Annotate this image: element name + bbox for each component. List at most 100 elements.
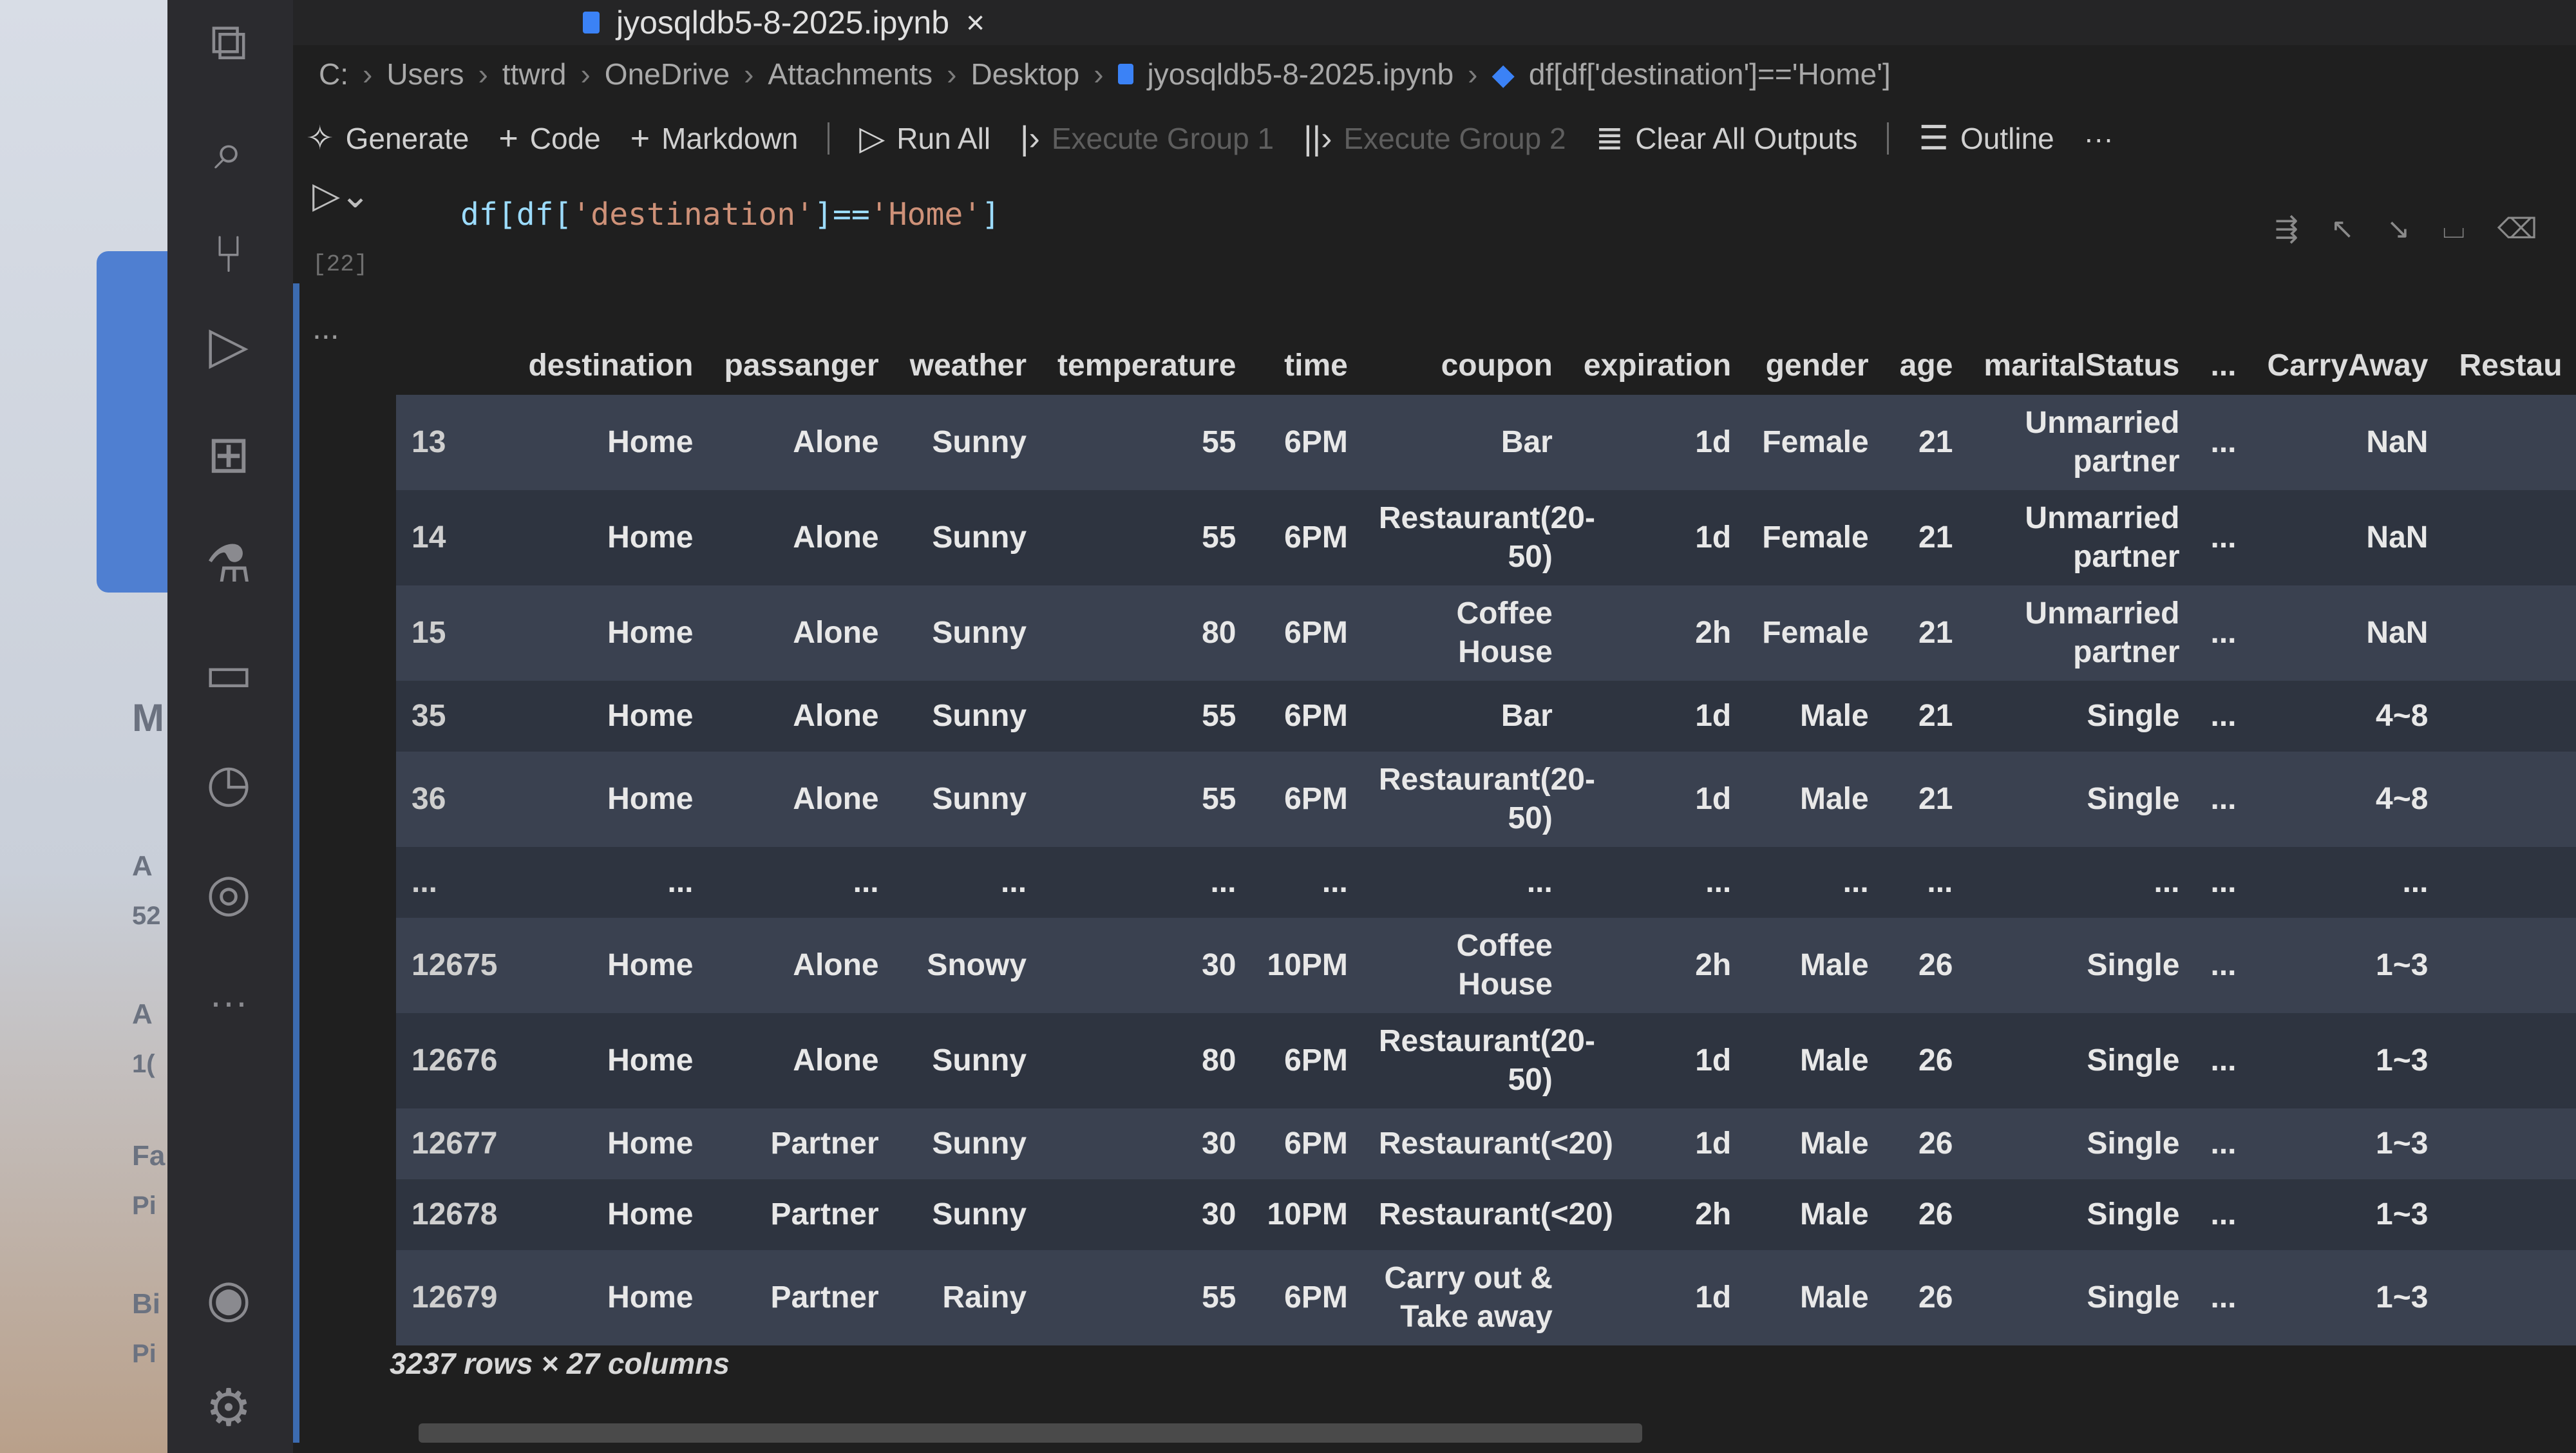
table-cell: 10PM: [1267, 948, 1348, 982]
folder-icon[interactable]: ▭: [193, 638, 264, 708]
settings-gear-icon[interactable]: ⚙: [193, 1372, 264, 1443]
cell-text: Single: [2087, 1280, 2180, 1315]
clear-outputs-icon: ≣: [1595, 120, 1624, 157]
run-debug-icon[interactable]: ▷: [193, 309, 264, 380]
breadcrumb-item[interactable]: C:: [319, 57, 348, 91]
code-string: 'Home': [869, 196, 982, 233]
close-icon[interactable]: ×: [966, 4, 985, 41]
search-icon[interactable]: ⌕: [193, 116, 264, 187]
code-token: ]: [981, 196, 1001, 233]
more-icon[interactable]: ···: [193, 966, 264, 1037]
notebook-file-icon: [583, 12, 600, 33]
run-all-label: Run All: [896, 122, 991, 155]
column-header: expiration: [1583, 348, 1732, 383]
clear-all-outputs-button[interactable]: ≣ Clear All Outputs: [1596, 119, 1858, 158]
run-by-line-icon[interactable]: ⇶: [2275, 213, 2298, 245]
table-cell: ...: [2210, 1043, 2237, 1078]
breadcrumb-item[interactable]: jyosqldb5-8-2025.ipynb: [1148, 57, 1454, 91]
table-cell: Partner: [770, 1280, 879, 1315]
table-cell: 21: [1918, 520, 1953, 555]
table-cell: Home: [607, 948, 694, 982]
more-actions-button[interactable]: ···: [2084, 121, 2114, 156]
row-index: 12679: [412, 1280, 498, 1315]
table-cell: ...: [2210, 948, 2237, 982]
table-cell: ...: [1210, 865, 1236, 899]
run-all-button[interactable]: ▷ Run All: [859, 119, 990, 158]
cell-text: Bar: [1501, 699, 1553, 733]
list-icon: ☰: [1918, 120, 1949, 157]
delete-cell-icon[interactable]: ⌫: [2497, 213, 2537, 245]
table-cell: Coffee House: [1363, 585, 1568, 681]
output-menu[interactable]: ...: [312, 309, 339, 347]
row-index: 36: [412, 782, 446, 816]
breadcrumb-item[interactable]: ttwrd: [502, 57, 567, 91]
generate-button[interactable]: ✧ Generate: [306, 119, 469, 158]
account-icon[interactable]: ◉: [193, 1262, 264, 1333]
remote-explorer-icon[interactable]: ◎: [193, 857, 264, 927]
breadcrumb-item[interactable]: OneDrive: [605, 57, 730, 91]
table-cell: ...: [2210, 425, 2237, 459]
horizontal-scrollbar[interactable]: [419, 1423, 1642, 1443]
table-cell: Home: [607, 1126, 694, 1161]
execute-group-1-button[interactable]: |› Execute Group 1: [1020, 119, 1274, 158]
table-cell: 55: [1202, 782, 1236, 816]
split-cell-icon[interactable]: ⌴: [2443, 213, 2465, 245]
table-cell: ...: [2210, 1280, 2237, 1315]
code-cell[interactable]: ▷⌄ [22] df[df['destination']=='Home'] ⇶ …: [293, 174, 2576, 328]
breadcrumb-item[interactable]: Desktop: [971, 57, 1079, 91]
move-up-icon[interactable]: ↖: [2331, 213, 2354, 245]
table-cell: Restaurant(20-50): [1363, 1013, 1595, 1108]
column-header: destination: [528, 348, 694, 383]
outline-button[interactable]: ☰ Outline: [1918, 119, 2054, 158]
execute-group-2-button[interactable]: ||› Execute Group 2: [1303, 119, 1566, 158]
column-header: coupon: [1441, 348, 1553, 383]
tab-notebook[interactable]: jyosqldb5-8-2025.ipynb ×: [583, 0, 985, 45]
breadcrumb-item[interactable]: df[df['destination']=='Home']: [1529, 57, 1891, 91]
table-cell: 6PM: [1284, 520, 1348, 555]
cell-text: Restaurant(<20): [1378, 1126, 1613, 1161]
row-index: 12677: [412, 1126, 498, 1161]
extensions-icon[interactable]: ⊞: [193, 419, 264, 489]
row-index: 15: [412, 616, 446, 650]
table-cell: Partner: [770, 1197, 879, 1231]
table-cell: 6PM: [1284, 425, 1348, 459]
table-cell: NaN: [2366, 616, 2429, 650]
table-cell: [2443, 490, 2576, 585]
table-cell: Coffee House: [1363, 918, 1568, 1013]
add-markdown-cell-button[interactable]: + Markdown: [630, 119, 799, 158]
table-cell: 21: [1918, 782, 1953, 816]
table-cell: ...: [2210, 699, 2237, 733]
table-cell: Restaurant(20-50): [1363, 490, 1595, 585]
table-cell: Unmarried partner: [1968, 395, 2195, 490]
code-editor[interactable]: df[df['destination']=='Home']: [460, 196, 1000, 233]
table-cell: ...: [2210, 1126, 2237, 1161]
background-text: 1(: [132, 1050, 155, 1078]
clear-all-outputs-label: Clear All Outputs: [1635, 122, 1858, 155]
cell-text: Restaurant(<20): [1378, 1197, 1613, 1231]
testing-icon[interactable]: ⚗: [193, 528, 264, 599]
run-cell-icon[interactable]: ▷⌄: [312, 174, 370, 216]
table-cell: Single: [1968, 918, 2195, 1013]
add-code-cell-button[interactable]: + Code: [498, 119, 600, 158]
table-cell: Home: [607, 782, 694, 816]
table-cell: 21: [1918, 425, 1953, 459]
table-cell: ...: [1927, 865, 1953, 899]
notebook-editor: jyosqldb5-8-2025.ipynb × C: › Users › ttwr…: [293, 0, 2576, 1453]
background-text: A: [132, 850, 153, 882]
table-cell: 30: [1202, 1197, 1236, 1231]
breadcrumb-item[interactable]: Attachments: [768, 57, 933, 91]
table-cell: 1d: [1695, 699, 1732, 733]
table-cell: 55: [1202, 1280, 1236, 1315]
table-cell: [2443, 752, 2576, 847]
history-icon[interactable]: ◷: [193, 747, 264, 818]
table-cell: Single: [1968, 752, 2195, 847]
background-text: A: [132, 998, 153, 1030]
table-cell: ...: [1363, 847, 1568, 918]
table-cell: Unmarried partner: [1968, 490, 2195, 585]
table-cell: ...: [853, 865, 879, 899]
breadcrumb-item[interactable]: Users: [386, 57, 464, 91]
move-down-icon[interactable]: ↘: [2387, 213, 2410, 245]
source-control-icon[interactable]: ⑂: [193, 219, 264, 290]
copy-icon[interactable]: ⧉: [193, 6, 264, 77]
table-cell: Bar: [1363, 395, 1568, 490]
